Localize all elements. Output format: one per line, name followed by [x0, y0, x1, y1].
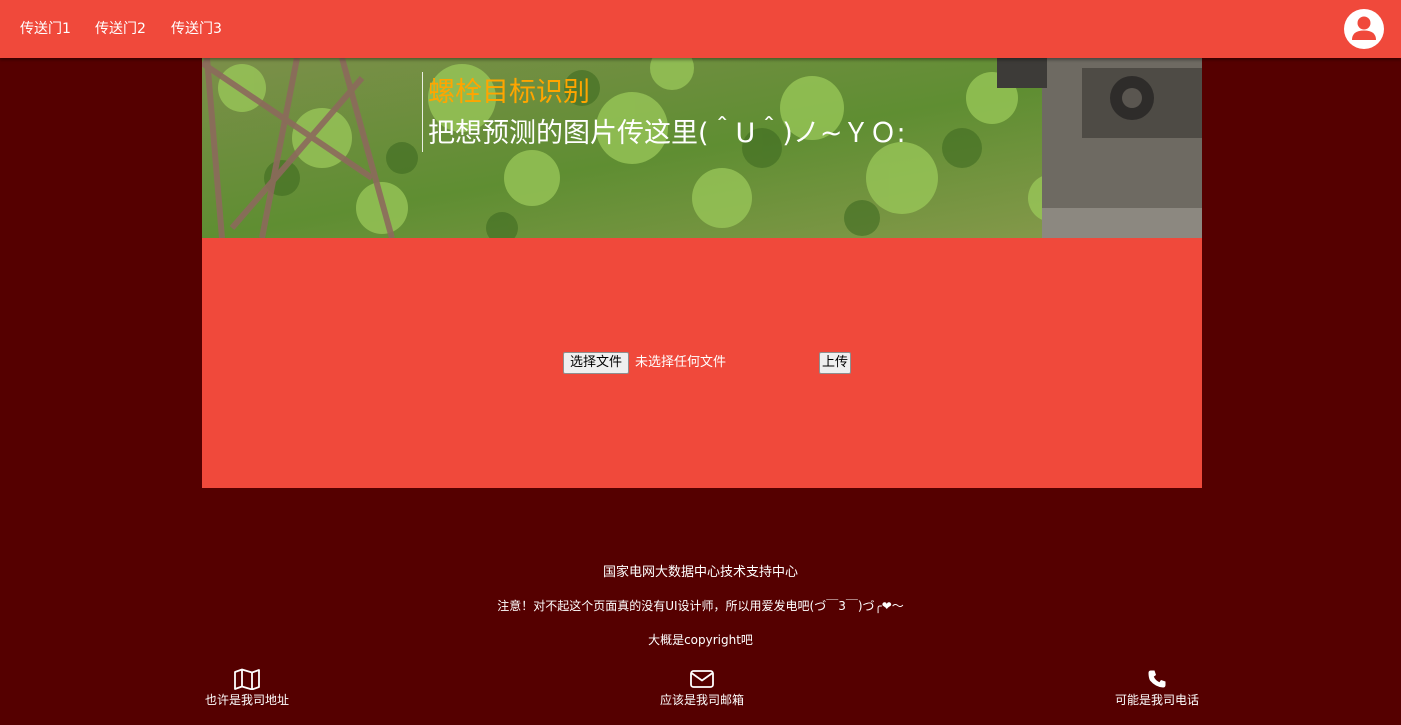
- contact-address[interactable]: 也许是我司地址: [167, 668, 327, 708]
- envelope-icon: [690, 670, 714, 688]
- map-icon: [234, 668, 260, 690]
- phone-icon: [1148, 670, 1166, 688]
- contact-phone[interactable]: 可能是我司电话: [1077, 668, 1237, 708]
- footer-organization: 国家电网大数据中心技术支持中心: [602, 565, 798, 580]
- user-icon: [1352, 16, 1376, 40]
- contact-email[interactable]: 应该是我司邮箱: [622, 668, 782, 708]
- contact-email-label: 应该是我司邮箱: [659, 693, 744, 707]
- hero-banner: 螺栓目标识别 把想预测的图片传这里(＾U＾)ノ~ＹＯ:: [202, 58, 1202, 238]
- banner-divider: [422, 72, 423, 152]
- contact-address-label: 也许是我司地址: [204, 693, 289, 707]
- file-status-text: 未选择任何文件: [635, 355, 727, 370]
- page-title: 螺栓目标识别: [428, 77, 590, 108]
- nav-link-portal-1[interactable]: 传送门1: [20, 19, 71, 39]
- user-avatar-button[interactable]: [1344, 9, 1384, 49]
- nav-link-portal-2[interactable]: 传送门2: [95, 19, 146, 39]
- footer-copyright: 大概是copyright吧: [648, 633, 753, 647]
- choose-file-button[interactable]: 选择文件: [563, 352, 630, 374]
- page-subtitle: 把想预测的图片传这里(＾U＾)ノ~ＹＯ:: [428, 118, 906, 149]
- top-nav-bar: 传送门1 传送门2 传送门3: [0, 0, 1401, 58]
- footer-notice: 注意！对不起这个页面真的没有UI设计师，所以用爱发电吧(づ￣3￣)づ╭❤～: [497, 599, 904, 613]
- upload-button[interactable]: 上传: [819, 352, 852, 374]
- upload-panel: 选择文件 未选择任何文件 上传: [202, 238, 1202, 488]
- contact-phone-label: 可能是我司电话: [1114, 693, 1199, 707]
- nav-link-portal-3[interactable]: 传送门3: [171, 19, 222, 39]
